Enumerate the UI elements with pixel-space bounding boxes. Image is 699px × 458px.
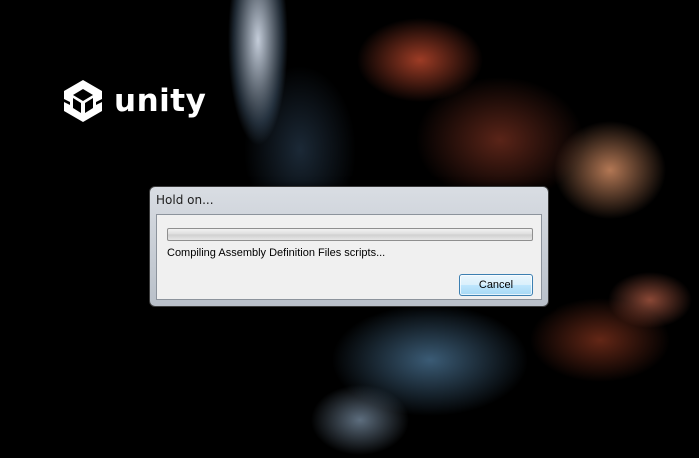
- progress-bar: [167, 228, 533, 241]
- dialog-title: Hold on...: [156, 193, 214, 207]
- unity-logo: unity: [60, 78, 206, 124]
- cancel-button[interactable]: Cancel: [459, 274, 533, 296]
- unity-cube-icon: [60, 78, 106, 124]
- hold-on-dialog: Hold on... Compiling Assembly Definition…: [149, 186, 549, 307]
- unity-wordmark: unity: [114, 82, 207, 119]
- status-text: Compiling Assembly Definition Files scri…: [167, 247, 386, 259]
- dialog-titlebar[interactable]: Hold on...: [150, 187, 548, 213]
- dialog-body: Compiling Assembly Definition Files scri…: [156, 214, 542, 300]
